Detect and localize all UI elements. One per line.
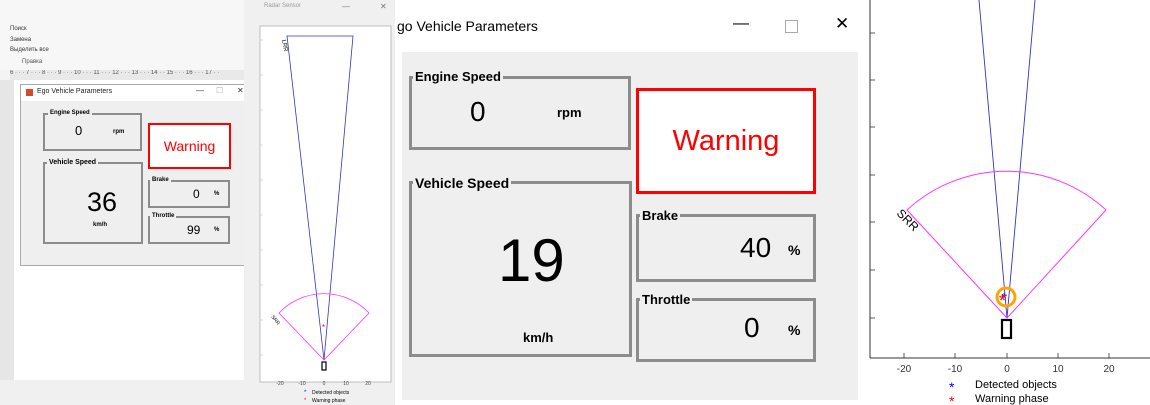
x-tick-label: 0 — [323, 381, 326, 387]
throttle-value: 0 — [744, 312, 760, 343]
main-maximize-button[interactable] — [785, 20, 798, 33]
engine-speed-box — [43, 113, 142, 151]
left-panel: Поиск Замена Выделить все Правка 6 · · ·… — [0, 0, 244, 405]
edit-section-label: Правка — [22, 59, 43, 65]
legend-warning-marker: * — [949, 393, 955, 405]
editor-toolbar: Поиск Замена Выделить все Правка — [0, 0, 244, 70]
x-tick-label: 10 — [343, 381, 349, 387]
warning-indicator: Warning — [148, 123, 231, 169]
main-window-client: Engine Speed 0 rpm Warning Vehicle Speed… — [402, 52, 858, 400]
ruler: 6 · · · 7 · · · 8 · · · 9 · · · 10 · · ·… — [10, 70, 244, 80]
x-tick-label: 0 — [1004, 364, 1010, 375]
x-tick-label: 20 — [365, 381, 371, 387]
x-tick-label: -20 — [897, 364, 912, 375]
find-label: Поиск — [10, 26, 27, 32]
radar-plot: LRR SRR * -20 -10 0 10 20 * Detected obj… — [259, 25, 392, 404]
throttle-value: 99 — [187, 223, 201, 237]
main-close-button[interactable]: ✕ — [835, 14, 849, 34]
replace-label: Замена — [10, 37, 32, 43]
warning-marker: * — [322, 323, 325, 332]
right-radar-plot: SRR * * -20 -10 0 10 20 * Detected objec… — [865, 0, 1150, 405]
vehicle-speed-unit: km/h — [523, 330, 554, 345]
engine-speed-unit: rpm — [113, 129, 125, 135]
main-window-titlebar: go Vehicle Parameters — ✕ — [395, 0, 865, 52]
legend-warning-marker: * — [304, 398, 307, 404]
x-tick-labels: -20 -10 0 10 20 — [897, 364, 1115, 375]
engine-speed-title: Engine Speed — [48, 110, 92, 116]
radar-plot-window: Radar Sensor — ✕ LRR SRR * -20 -10 0 10 … — [244, 0, 395, 405]
vehicle-speed-value: 19 — [498, 227, 565, 294]
select-all-label: Выделить все — [10, 47, 49, 53]
right-radar-svg: SRR * * -20 -10 0 10 20 * Detected objec… — [869, 0, 1150, 405]
x-ticks — [903, 353, 1110, 358]
warning-marker: * — [999, 291, 1006, 311]
throttle-unit: % — [214, 227, 220, 233]
app-icon — [26, 89, 33, 96]
vehicle-speed-value: 36 — [87, 187, 118, 217]
warning-text: Warning — [163, 138, 216, 154]
legend-warning-label: Warning phase — [975, 393, 1049, 405]
maximize-button[interactable]: ☐ — [216, 86, 223, 95]
ego-vehicle — [1000, 318, 1013, 340]
legend-detected-label: Detected objects — [312, 390, 350, 396]
engine-speed-value: 0 — [470, 96, 486, 127]
small-window-client: Engine Speed 0 rpm Warning Vehicle Speed… — [21, 101, 244, 265]
srr-label: SRR — [894, 206, 922, 234]
brake-value: 40 — [740, 232, 772, 263]
brake-title: Brake — [150, 177, 171, 183]
legend-detected-label: Detected objects — [975, 379, 1057, 391]
vehicle-speed-title: Vehicle Speed — [413, 175, 512, 191]
main-parameters-window: go Vehicle Parameters — ✕ Engine Speed 0… — [395, 0, 865, 405]
legend-warning-label: Warning phase — [312, 398, 346, 404]
lrr-beam-left — [978, 0, 1008, 319]
x-tick-label: -10 — [298, 381, 305, 387]
engine-speed-title: Engine Speed — [413, 69, 503, 84]
brake-unit: % — [788, 242, 801, 258]
warning-text: Warning — [672, 124, 780, 157]
small-window-titlebar: Ego Vehicle Parameters — ☐ ✕ — [21, 85, 244, 101]
x-tick-label: -20 — [276, 381, 283, 387]
radar-axes — [259, 25, 392, 383]
brake-value: 0 — [193, 187, 200, 201]
status-bar — [0, 380, 244, 405]
select-all-item[interactable]: Выделить все — [10, 47, 49, 53]
y-ticks — [870, 32, 875, 319]
brake-title: Brake — [640, 208, 681, 223]
warning-indicator: Warning — [636, 88, 816, 194]
x-tick-label: 10 — [1052, 364, 1064, 375]
replace-item[interactable]: Замена — [10, 37, 31, 43]
main-window-title: go Vehicle Parameters — [397, 18, 538, 34]
small-window-title: Ego Vehicle Parameters — [37, 88, 113, 95]
brake-unit: % — [214, 191, 220, 197]
lrr-beam-right — [1006, 0, 1036, 319]
engine-speed-unit: rpm — [557, 105, 582, 120]
throttle-title: Throttle — [150, 213, 177, 219]
small-parameters-window: Ego Vehicle Parameters — ☐ ✕ Engine Spee… — [20, 84, 244, 266]
throttle-title: Throttle — [640, 292, 693, 307]
engine-speed-box — [409, 76, 631, 150]
engine-speed-value: 0 — [75, 123, 83, 138]
throttle-unit: % — [788, 322, 801, 338]
find-item[interactable]: Поиск — [10, 26, 27, 32]
vehicle-speed-title: Vehicle Speed — [47, 159, 99, 166]
main-minimize-button[interactable]: — — [733, 15, 749, 33]
minimize-button[interactable]: — — [196, 86, 204, 95]
x-tick-label: -10 — [948, 364, 963, 375]
x-tick-label: 20 — [1103, 364, 1115, 375]
vehicle-speed-unit: km/h — [93, 222, 108, 228]
close-button[interactable]: ✕ — [237, 86, 244, 95]
legend-detected-marker: * — [304, 390, 307, 396]
